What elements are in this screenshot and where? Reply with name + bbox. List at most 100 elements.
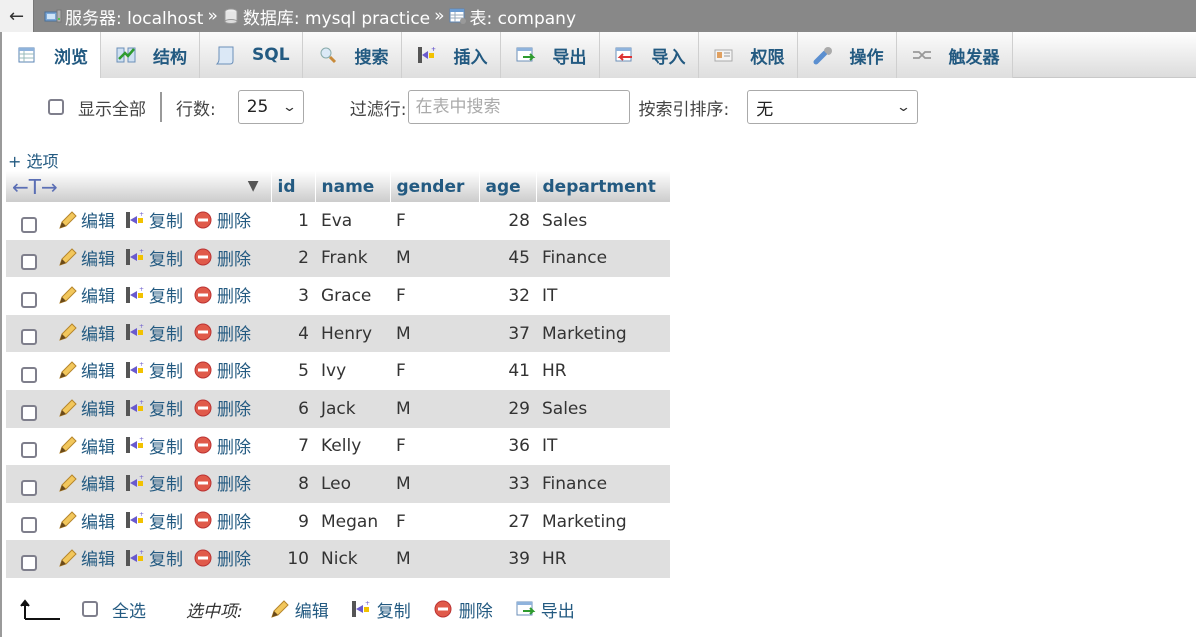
row-edit-button[interactable]: 编辑: [57, 433, 115, 458]
cell-age[interactable]: 36: [479, 427, 536, 466]
row-copy-button[interactable]: + 复制: [125, 508, 183, 533]
row-delete-button[interactable]: 删除: [193, 508, 251, 533]
options-toggle-link[interactable]: + 选项: [8, 148, 59, 172]
cell-id[interactable]: 1: [271, 202, 315, 240]
tab-sql[interactable]: SQL: [200, 32, 303, 78]
cell-name[interactable]: Kelly: [315, 427, 390, 466]
cell-age[interactable]: 33: [479, 465, 536, 503]
row-checkbox[interactable]: [21, 404, 37, 421]
row-edit-button[interactable]: 编辑: [57, 245, 115, 270]
row-delete-button[interactable]: 删除: [193, 357, 251, 382]
row-edit-button[interactable]: 编辑: [57, 357, 115, 382]
cell-id[interactable]: 3: [271, 277, 315, 315]
cell-gender[interactable]: M: [390, 389, 479, 428]
row-checkbox[interactable]: [21, 366, 37, 383]
row-checkbox[interactable]: [21, 479, 37, 496]
cell-gender[interactable]: F: [390, 202, 479, 240]
breadcrumb-server[interactable]: 服务器: localhost »: [44, 4, 222, 29]
row-copy-button[interactable]: + 复制: [125, 320, 183, 345]
column-header-gender[interactable]: gender: [390, 171, 480, 202]
breadcrumb-table[interactable]: 表: company: [449, 4, 576, 29]
row-copy-button[interactable]: + 复制: [125, 433, 183, 458]
cell-name[interactable]: Jack: [315, 389, 390, 428]
cell-id[interactable]: 8: [271, 465, 315, 503]
row-copy-button[interactable]: + 复制: [125, 470, 183, 495]
filter-rows-input[interactable]: [408, 90, 631, 124]
tab-import[interactable]: 导入: [599, 32, 699, 78]
cell-department[interactable]: HR: [536, 540, 670, 578]
row-checkbox[interactable]: [21, 216, 37, 233]
bulk-copy-button[interactable]: + 复制: [351, 597, 411, 622]
select-all-label[interactable]: 全选: [112, 597, 146, 622]
column-header-department[interactable]: department: [536, 171, 671, 202]
row-edit-button[interactable]: 编辑: [57, 282, 115, 307]
cell-name[interactable]: Frank: [315, 239, 390, 278]
cell-name[interactable]: Ivy: [315, 352, 390, 390]
cell-id[interactable]: 9: [271, 502, 315, 541]
tab-insert[interactable]: + 插入: [401, 32, 501, 78]
row-delete-button[interactable]: 删除: [193, 395, 251, 420]
cell-department[interactable]: Finance: [536, 465, 670, 503]
cell-department[interactable]: IT: [536, 427, 670, 466]
row-delete-button[interactable]: 删除: [193, 282, 251, 307]
cell-name[interactable]: Eva: [315, 202, 390, 240]
show-all-checkbox[interactable]: [48, 99, 64, 115]
row-edit-button[interactable]: 编辑: [57, 207, 115, 232]
bulk-edit-button[interactable]: 编辑: [269, 597, 329, 622]
row-delete-button[interactable]: 删除: [193, 433, 251, 458]
row-edit-button[interactable]: 编辑: [57, 508, 115, 533]
row-checkbox[interactable]: [21, 554, 37, 571]
cell-age[interactable]: 29: [479, 389, 536, 428]
tab-triggers[interactable]: 触发器: [896, 32, 1013, 78]
row-copy-button[interactable]: + 复制: [125, 207, 183, 232]
column-header-age[interactable]: age: [479, 171, 537, 202]
row-delete-button[interactable]: 删除: [193, 545, 251, 570]
cell-department[interactable]: Marketing: [536, 502, 670, 541]
back-button[interactable]: ←: [0, 0, 34, 32]
cell-id[interactable]: 7: [271, 427, 315, 466]
column-header-name[interactable]: name: [315, 171, 391, 202]
row-copy-button[interactable]: + 复制: [125, 395, 183, 420]
bulk-export-button[interactable]: 导出: [515, 597, 575, 622]
column-header-id[interactable]: id: [271, 171, 316, 202]
tab-structure[interactable]: 结构: [101, 32, 200, 78]
cell-id[interactable]: 4: [271, 314, 315, 353]
cell-gender[interactable]: F: [390, 352, 479, 390]
cell-department[interactable]: IT: [536, 277, 670, 315]
tab-browse[interactable]: 浏览: [2, 32, 101, 78]
cell-gender[interactable]: F: [390, 277, 479, 315]
cell-name[interactable]: Megan: [315, 502, 390, 541]
row-checkbox[interactable]: [21, 329, 37, 346]
row-copy-button[interactable]: + 复制: [125, 282, 183, 307]
row-checkbox[interactable]: [21, 517, 37, 534]
sort-dropdown-icon[interactable]: ▼: [248, 178, 259, 194]
cell-gender[interactable]: F: [390, 427, 479, 466]
cell-gender[interactable]: M: [390, 465, 479, 503]
row-checkbox[interactable]: [21, 442, 37, 459]
cell-name[interactable]: Grace: [315, 277, 390, 315]
row-copy-button[interactable]: + 复制: [125, 545, 183, 570]
cell-department[interactable]: Sales: [536, 389, 670, 428]
row-delete-button[interactable]: 删除: [193, 245, 251, 270]
row-checkbox[interactable]: [21, 254, 37, 271]
row-edit-button[interactable]: 编辑: [57, 395, 115, 420]
cell-gender[interactable]: M: [390, 540, 479, 578]
cell-name[interactable]: Leo: [315, 465, 390, 503]
row-delete-button[interactable]: 删除: [193, 320, 251, 345]
cell-department[interactable]: Sales: [536, 202, 670, 240]
cell-department[interactable]: HR: [536, 352, 670, 390]
column-resize-toggle[interactable]: ←T→: [12, 175, 58, 199]
cell-age[interactable]: 41: [479, 352, 536, 390]
rows-select[interactable]: 25 ⌄: [237, 90, 304, 124]
cell-age[interactable]: 27: [479, 502, 536, 541]
row-delete-button[interactable]: 删除: [193, 470, 251, 495]
cell-age[interactable]: 32: [479, 277, 536, 315]
breadcrumb-database[interactable]: 数据库: mysql practice »: [222, 4, 449, 29]
cell-id[interactable]: 6: [271, 389, 315, 428]
row-edit-button[interactable]: 编辑: [57, 545, 115, 570]
row-edit-button[interactable]: 编辑: [57, 320, 115, 345]
cell-age[interactable]: 45: [479, 239, 536, 278]
row-copy-button[interactable]: + 复制: [125, 245, 183, 270]
tab-search[interactable]: 搜索: [302, 32, 402, 78]
tab-privileges[interactable]: 权限: [698, 32, 798, 78]
